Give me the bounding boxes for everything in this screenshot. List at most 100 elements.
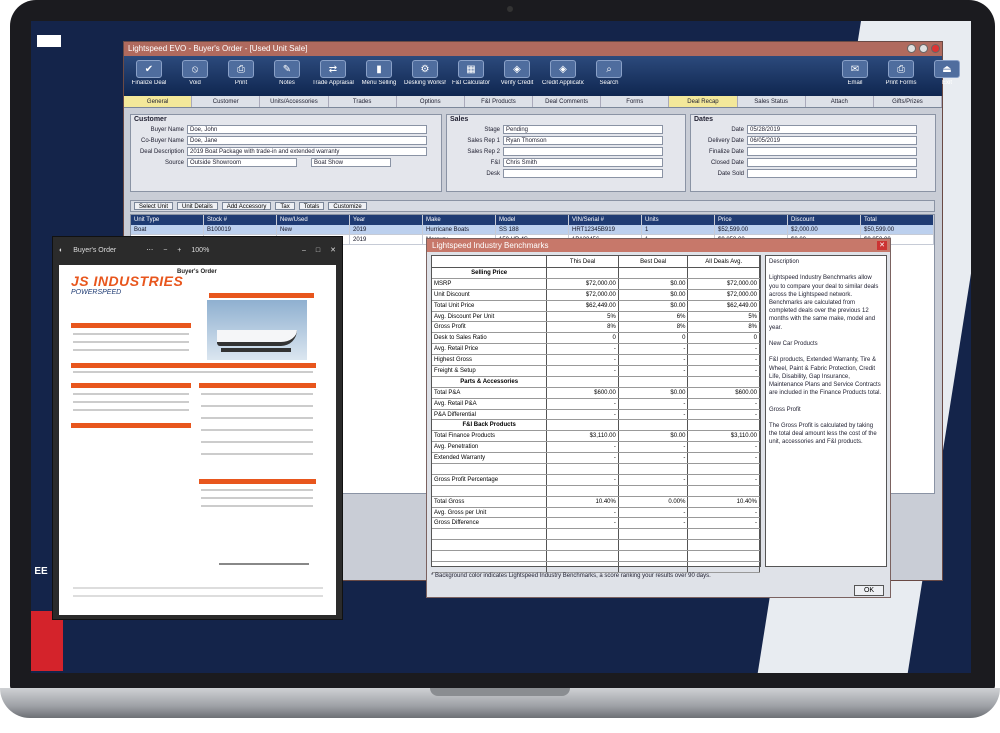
column-header[interactable]: Year: [350, 215, 423, 225]
tab-gifts-prizes[interactable]: Gifts/Prizes: [874, 96, 943, 107]
date-sold-field[interactable]: [747, 169, 917, 178]
table-row[interactable]: Boat B100019 New 2019 Hurricane Boats SS 188 H…: [131, 225, 934, 235]
verify-credit-button[interactable]: ◈ Verify Credit: [496, 60, 538, 94]
tab-forms[interactable]: Forms: [601, 96, 670, 107]
benchmark-row-label: [432, 551, 548, 562]
tab-customer[interactable]: Customer: [192, 96, 261, 107]
credit-application-button[interactable]: ◈ Credit Application: [542, 60, 584, 94]
finalize-date-field[interactable]: [747, 147, 917, 156]
column-header[interactable]: Total: [861, 215, 934, 225]
benchmark-row: Total Unit Price $62,449.00 $0.00 $62,449.0…: [432, 300, 760, 312]
maximize-icon[interactable]: [919, 44, 928, 53]
benchmark-value: 5%: [547, 311, 619, 322]
tab-general[interactable]: General: [124, 96, 193, 107]
delivery-date-field[interactable]: 06/05/2019: [747, 136, 917, 145]
zoom-in-icon[interactable]: +: [177, 247, 181, 254]
benchmark-value: [688, 268, 760, 278]
tax-button[interactable]: Tax: [275, 202, 295, 210]
sales-rep-1-field[interactable]: Ryan Thomson: [503, 136, 663, 145]
benchmark-value: $3,110.00: [547, 431, 619, 442]
add-accessory-button[interactable]: Add Accessory: [221, 202, 272, 210]
totals-button[interactable]: Totals: [298, 202, 325, 210]
benchmark-value: $600.00: [688, 387, 760, 398]
menu-selling-button[interactable]: ▮ Menu Selling: [358, 60, 400, 94]
benchmark-value: $3,110.00: [688, 431, 760, 442]
print-forms-button[interactable]: ⎙ Print Forms: [880, 60, 922, 94]
exit-button[interactable]: ⏏ Exit: [926, 60, 968, 94]
buyer-name-field[interactable]: Doe, John: [187, 125, 427, 134]
ok-button[interactable]: OK: [854, 585, 884, 596]
form-row: Date 05/28/2019: [691, 124, 935, 135]
maximize-icon[interactable]: □: [316, 247, 320, 254]
pdf-toolbar: ◐ Buyer's Order ⋯ − + 100% – □ ✕: [53, 237, 342, 263]
benchmark-row-label: Gross Profit: [432, 322, 548, 333]
column-header[interactable]: Unit Type: [131, 215, 204, 225]
field-label: Source: [164, 159, 184, 166]
email-button[interactable]: ✉ Email: [834, 60, 876, 94]
f-i-calculator-button[interactable]: ▦ F&I Calculator: [450, 60, 492, 94]
benchmark-value: 0: [619, 333, 689, 344]
dates-panel-title: Dates: [694, 116, 714, 123]
tab-units-accessories[interactable]: Units/Accessories: [260, 96, 329, 107]
benchmark-value: -: [619, 355, 689, 366]
search-button[interactable]: ⌕ Search: [588, 60, 630, 94]
closed-date-field[interactable]: [747, 158, 917, 167]
more-icon[interactable]: ⋯: [146, 246, 153, 254]
boat-photo: [207, 300, 307, 360]
tab-deal-comments[interactable]: Deal Comments: [533, 96, 602, 107]
tab-options[interactable]: Options: [397, 96, 465, 107]
trade-appraisal-button[interactable]: ⇄ Trade Appraisal: [312, 60, 354, 94]
tab-sales-status[interactable]: Sales Status: [738, 96, 806, 107]
type-select[interactable]: Boat Show: [311, 158, 391, 167]
desking-worksheet-button[interactable]: ⚙ Desking Worksheet: [404, 60, 446, 94]
tab-attach[interactable]: Attach: [806, 96, 874, 107]
column-header[interactable]: Model: [496, 215, 569, 225]
benchmark-close-icon[interactable]: ✕: [877, 241, 887, 250]
desk-field[interactable]: [503, 169, 663, 178]
benchmark-row: [432, 529, 760, 541]
co-buyer-name-field[interactable]: Doe, Jane: [187, 136, 427, 145]
benchmark-row: Total P&A $600.00 $0.00 $600.00: [432, 387, 760, 399]
close-icon[interactable]: [931, 44, 940, 53]
column-header[interactable]: Price: [715, 215, 788, 225]
select-unit-button[interactable]: Select Unit: [134, 202, 174, 210]
doc-line: [201, 441, 313, 443]
column-header[interactable]: VIN/Serial #: [569, 215, 642, 225]
column-header[interactable]: Discount: [788, 215, 861, 225]
toolbar-label: Verify Credit: [500, 80, 534, 86]
benchmark-value: 0: [688, 333, 760, 344]
print-button[interactable]: ⎙ Print: [220, 60, 262, 94]
desktop-icon[interactable]: [37, 35, 61, 47]
sales-rep-2-field[interactable]: [503, 147, 663, 156]
zoom-out-icon[interactable]: −: [163, 247, 167, 254]
source-field[interactable]: Outside Showroom: [187, 158, 297, 167]
unit-details-button[interactable]: Unit Details: [177, 202, 218, 210]
benchmark-value: [688, 485, 760, 496]
f-i-field[interactable]: Chris Smith: [503, 158, 663, 167]
dealer-logo: JS INDUSTRIES: [71, 273, 184, 289]
deal-description-field[interactable]: 2019 Boat Package with trade-in and exte…: [187, 147, 427, 156]
stage-field[interactable]: Pending: [503, 125, 663, 134]
tab-trades[interactable]: Trades: [329, 96, 397, 107]
column-header[interactable]: Make: [423, 215, 496, 225]
void-button[interactable]: ⦸ Void: [174, 60, 216, 94]
date-field[interactable]: 05/28/2019: [747, 125, 917, 134]
benchmark-row-label: [432, 464, 548, 474]
tab-f-i-products[interactable]: F&I Products: [465, 96, 534, 107]
column-header[interactable]: New/Used: [277, 215, 350, 225]
tab-deal-recap[interactable]: Deal Recap: [669, 96, 738, 107]
column-header[interactable]: Units: [642, 215, 715, 225]
toolbar-label: Email: [847, 80, 863, 86]
column-header[interactable]: Stock #: [204, 215, 277, 225]
toolbar-label: Notes: [279, 80, 295, 86]
table-cell: SS 188: [496, 225, 569, 234]
finalize-deal-button[interactable]: ✔ Finalize Deal: [128, 60, 170, 94]
minimize-icon[interactable]: [907, 44, 916, 53]
close-icon[interactable]: ✕: [330, 246, 336, 254]
stop-icon: ⦸: [182, 60, 208, 78]
doc-line: [73, 595, 323, 597]
notes-button[interactable]: ✎ Notes: [266, 60, 308, 94]
customize-button[interactable]: Customize: [328, 202, 367, 210]
minimize-icon[interactable]: –: [302, 247, 306, 254]
zoom-level[interactable]: 100%: [191, 247, 209, 254]
